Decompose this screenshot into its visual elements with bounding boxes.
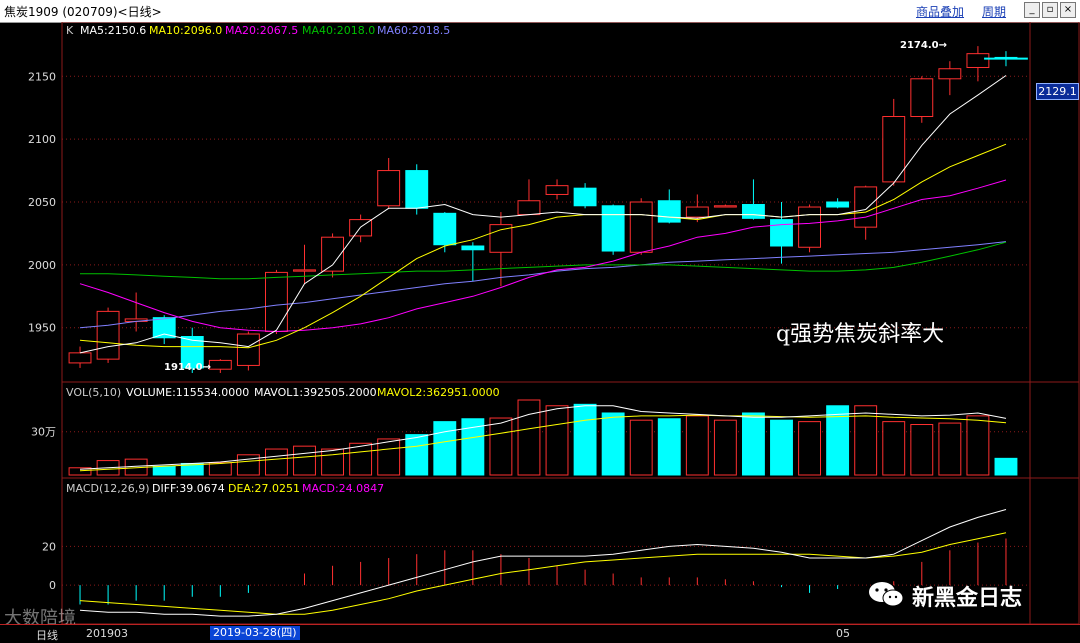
volume-bar[interactable]: [545, 405, 569, 476]
ma5-legend: MA5:2150.6: [80, 24, 146, 37]
macd-tick-label: 0: [49, 579, 56, 592]
month-label: 05: [836, 627, 850, 640]
close-button[interactable]: ×: [1060, 2, 1076, 18]
price-tick-label: 2050: [28, 196, 56, 209]
volume-tick-label: 30万: [31, 426, 56, 439]
volume-bar[interactable]: [798, 421, 822, 476]
candle-body[interactable]: [236, 333, 260, 366]
vol-legend-mavol2: MAVOL2:362951.0000: [377, 386, 500, 399]
volume-bar[interactable]: [994, 457, 1018, 476]
price-tick-label: 1950: [28, 322, 56, 335]
volume-bar[interactable]: [152, 465, 176, 476]
volume-bar[interactable]: [517, 399, 541, 476]
candle-body[interactable]: [910, 78, 934, 118]
volume-bar[interactable]: [377, 438, 401, 476]
macd-legend-diff: DIFF:39.0674: [152, 482, 225, 495]
start-date-label: 201903: [86, 627, 128, 640]
candle-body[interactable]: [966, 53, 990, 68]
last-price-tag: 2129.1: [1036, 83, 1079, 100]
macd-legend-title: MACD(12,26,9): [66, 482, 150, 495]
candle-body[interactable]: [293, 269, 316, 272]
candle-body[interactable]: [770, 219, 793, 247]
candle-body[interactable]: [657, 200, 681, 223]
volume-bar[interactable]: [685, 415, 709, 476]
volume-bar[interactable]: [321, 448, 345, 476]
ma60-legend: MA60:2018.5: [377, 24, 450, 37]
candle-body[interactable]: [433, 212, 457, 246]
candle-body[interactable]: [377, 170, 401, 207]
price-tick-label: 2100: [28, 133, 56, 146]
volume-bar[interactable]: [264, 448, 288, 476]
volume-bar[interactable]: [433, 421, 457, 476]
k-legend: K: [66, 24, 74, 37]
volume-bar[interactable]: [489, 417, 513, 476]
volume-bar[interactable]: [293, 445, 316, 476]
volume-bar[interactable]: [713, 419, 737, 476]
price-tick-label: 2000: [28, 259, 56, 272]
brand-name: 新黑金日志: [912, 586, 1023, 611]
volume-bar[interactable]: [629, 419, 653, 476]
brand-badge: 新黑金日志: [866, 578, 1022, 611]
ma10-legend: MA10:2096.0: [149, 24, 222, 37]
candle-body[interactable]: [854, 186, 878, 228]
candle-body[interactable]: [96, 310, 120, 360]
candle-body[interactable]: [798, 206, 822, 248]
candle-body[interactable]: [713, 205, 737, 208]
candle-body[interactable]: [461, 245, 485, 251]
period-label: 日线: [36, 629, 58, 642]
price-tick-label: 2150: [28, 70, 56, 83]
commodity-overlay-link[interactable]: 商品叠加: [916, 3, 964, 20]
title-bar: 焦炭1909 (020709)<日线> 商品叠加 周期 _ ▫ ×: [0, 0, 1080, 23]
candle-body[interactable]: [517, 200, 541, 216]
candle-body[interactable]: [629, 201, 653, 253]
wechat-icon: [869, 582, 904, 607]
candle-body[interactable]: [685, 206, 709, 218]
volume-bar[interactable]: [657, 418, 681, 476]
ma20-legend: MA20:2067.5: [225, 24, 298, 37]
volume-bar[interactable]: [741, 412, 765, 476]
volume-bar[interactable]: [938, 422, 962, 476]
volume-bar[interactable]: [770, 419, 793, 476]
candle-body[interactable]: [826, 201, 850, 208]
volume-bar[interactable]: [573, 403, 597, 476]
macd-legend-dea: DEA:27.0251: [228, 482, 300, 495]
time-axis-footer: 日线 201903 05: [0, 624, 1080, 643]
vol-legend-mavol1: MAVOL1:392505.2000: [254, 386, 377, 399]
volume-bar[interactable]: [208, 462, 232, 476]
volume-bar[interactable]: [601, 412, 625, 476]
macd-tick-label: 20: [42, 540, 56, 553]
vol-legend-volume: VOLUME:115534.0000: [126, 386, 249, 399]
macd-legend-macd: MACD:24.0847: [302, 482, 384, 495]
candle-body[interactable]: [68, 352, 92, 364]
restore-button[interactable]: ▫: [1042, 2, 1058, 18]
minimize-button[interactable]: _: [1024, 2, 1040, 18]
high-annotation: 2174.0→: [900, 40, 947, 51]
volume-bar[interactable]: [349, 442, 373, 476]
period-link[interactable]: 周期: [982, 3, 1006, 20]
candle-body[interactable]: [405, 170, 429, 209]
ma60-line: [79, 241, 1007, 329]
candle-body[interactable]: [152, 317, 176, 339]
overlay-comment: q强势焦炭斜率大: [776, 322, 945, 347]
low-annotation: 1914.0→: [164, 362, 211, 373]
window-title: 焦炭1909 (020709)<日线>: [4, 5, 162, 19]
cursor-date[interactable]: 2019-03-28(四): [210, 626, 300, 640]
candle-body[interactable]: [601, 205, 625, 252]
candle-body[interactable]: [938, 68, 962, 80]
candle-body[interactable]: [741, 204, 765, 219]
volume-bar[interactable]: [966, 415, 990, 476]
candle-body[interactable]: [208, 359, 232, 370]
volume-bar[interactable]: [405, 434, 429, 476]
volume-bar[interactable]: [910, 424, 934, 476]
vol-legend-title: VOL(5,10): [66, 386, 121, 399]
candle-body[interactable]: [264, 271, 288, 332]
volume-bar[interactable]: [882, 421, 906, 476]
ma40-legend: MA40:2018.0: [302, 24, 375, 37]
candle-body[interactable]: [545, 185, 569, 195]
candle-body[interactable]: [573, 187, 597, 207]
